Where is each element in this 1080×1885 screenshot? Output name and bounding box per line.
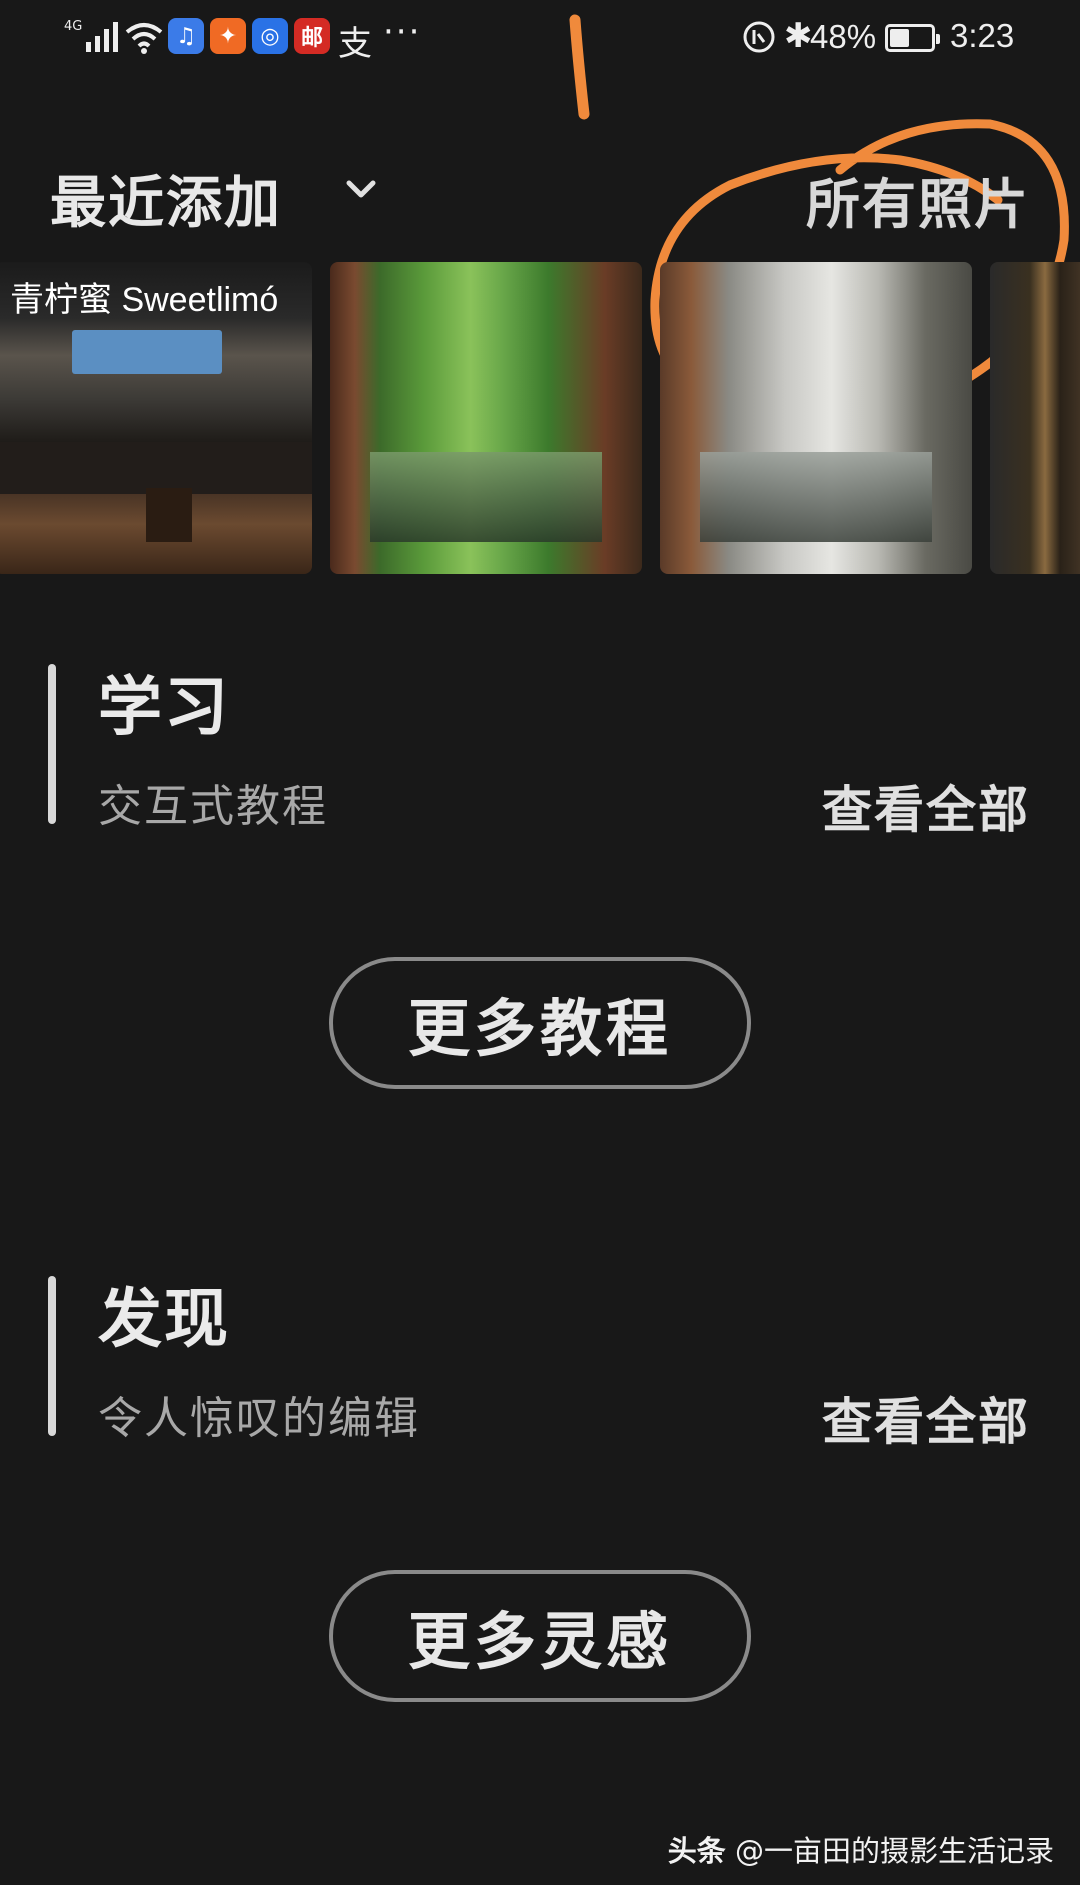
discover-view-all-link[interactable]: 查看全部 bbox=[822, 1382, 1030, 1454]
people-app-icon: ✦ bbox=[210, 18, 246, 54]
watermark-source: 头条 bbox=[667, 1834, 726, 1868]
more-notifications-icon: ··· bbox=[383, 12, 422, 52]
learn-subtitle: 交互式教程 bbox=[98, 781, 328, 832]
watermark: 头条 @一亩田的摄影生活记录 bbox=[668, 1828, 1054, 1870]
discover-section-bar bbox=[48, 1276, 56, 1436]
photo-thumbnail-forest-snow[interactable] bbox=[660, 262, 972, 574]
more-tutorials-button[interactable]: 更多教程 bbox=[329, 957, 751, 1089]
battery-icon bbox=[885, 24, 940, 52]
forest-snow-water bbox=[700, 452, 932, 542]
discover-subtitle: 令人惊叹的编辑 bbox=[98, 1393, 420, 1444]
learn-view-all-link[interactable]: 查看全部 bbox=[822, 770, 1030, 842]
signal-icon bbox=[86, 20, 118, 52]
network-type: 4G bbox=[64, 19, 83, 34]
watermark-handle: @一亩田的摄影生活记录 bbox=[734, 1834, 1054, 1868]
recently-added-title[interactable]: 最近添加 bbox=[50, 158, 282, 239]
shop-box bbox=[146, 488, 192, 542]
shop-sign-text: 青柠蜜 Sweetlimó bbox=[10, 281, 279, 319]
photo-thumbnail-shop[interactable]: 青柠蜜 Sweetlimó bbox=[0, 262, 312, 574]
photo-thumbnail-partial[interactable] bbox=[990, 262, 1080, 574]
bluetooth-icon: ✱ bbox=[784, 16, 813, 56]
wifi-icon bbox=[125, 23, 163, 54]
all-photos-link[interactable]: 所有照片 bbox=[806, 160, 1030, 239]
more-inspiration-button[interactable]: 更多灵感 bbox=[329, 1570, 751, 1702]
post-app-icon: 邮 bbox=[294, 18, 330, 54]
chevron-down-icon[interactable] bbox=[344, 172, 378, 206]
forest-water bbox=[370, 452, 602, 542]
clock: 3:23 bbox=[950, 17, 1015, 54]
pay-notification-icon: 支 bbox=[338, 24, 372, 64]
music-app-icon: ♫ bbox=[168, 18, 204, 54]
learn-title: 学习 bbox=[98, 671, 230, 745]
browser-app-icon: ◎ bbox=[252, 18, 288, 54]
battery-percent: 48% bbox=[810, 18, 877, 55]
shop-menu-screen bbox=[72, 330, 222, 374]
battery-fill bbox=[890, 29, 910, 47]
photo-thumbnail-forest-green[interactable] bbox=[330, 262, 642, 574]
nfc-icon bbox=[743, 21, 775, 53]
shop-counter bbox=[0, 442, 312, 494]
discover-title: 发现 bbox=[98, 1283, 230, 1357]
status-bar: 4G ♫ ✦ ◎ 邮 支 ··· ✱ 48% 3:23 bbox=[0, 0, 1080, 80]
learn-section-bar bbox=[48, 664, 56, 824]
